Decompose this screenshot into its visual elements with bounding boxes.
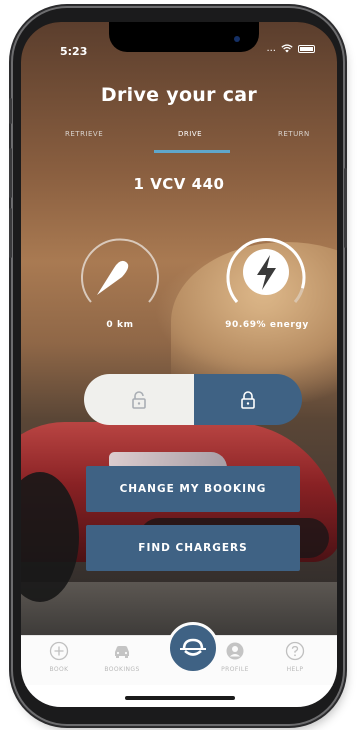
front-camera <box>234 36 240 42</box>
find-chargers-button[interactable]: FIND CHARGERS <box>86 525 300 571</box>
energy-label: 90.69% energy <box>225 320 309 330</box>
car-icon <box>115 646 129 658</box>
distance-label: 0 km <box>106 320 134 330</box>
tab-bookings-label: BOOKINGS <box>104 666 140 673</box>
side-button-volume-up <box>9 148 12 198</box>
tab-bar-top: RETRIEVE DRIVE RETURN <box>21 130 337 160</box>
tab-book[interactable]: BOOK <box>31 641 87 673</box>
page-title: Drive your car <box>100 84 258 106</box>
speedometer-needle-icon <box>97 260 129 295</box>
tab-active-indicator <box>154 150 230 153</box>
distance-gauge <box>70 222 170 322</box>
signal-dots: ... <box>266 43 276 54</box>
unlock-button[interactable] <box>84 374 194 425</box>
tab-bookings[interactable]: BOOKINGS <box>94 641 150 673</box>
unlock-icon <box>132 390 146 409</box>
tab-help[interactable]: HELP <box>267 641 323 673</box>
lock-button[interactable] <box>194 374 302 425</box>
side-button-silent <box>9 98 12 124</box>
plus-circle-icon <box>49 641 69 661</box>
status-time: 5:23 <box>60 45 88 58</box>
change-booking-button[interactable]: CHANGE MY BOOKING <box>86 466 300 512</box>
side-button-power <box>344 168 347 248</box>
help-icon <box>285 641 305 661</box>
tab-profile-label: PROFILE <box>221 666 249 673</box>
wifi-icon <box>281 44 293 53</box>
battery-icon <box>298 44 315 53</box>
side-button-volume-down <box>9 208 12 258</box>
tab-book-label: BOOK <box>49 666 69 673</box>
tab-help-label: HELP <box>286 666 304 673</box>
logo-icon <box>180 638 206 656</box>
lock-toggle[interactable] <box>84 374 302 425</box>
tab-retrieve[interactable]: RETRIEVE <box>65 130 103 138</box>
home-indicator[interactable] <box>125 696 235 700</box>
tab-drive[interactable]: DRIVE <box>178 130 202 138</box>
tab-return[interactable]: RETURN <box>278 130 310 138</box>
home-logo-button[interactable] <box>167 622 219 674</box>
status-bar: 5:23 ... <box>21 22 337 66</box>
status-icons: ... <box>266 43 315 54</box>
profile-icon <box>226 642 244 660</box>
energy-gauge <box>216 222 316 322</box>
screen: 5:23 ... Drive your car RETRIEVE DRIVE R… <box>21 22 337 707</box>
lock-icon <box>241 390 255 409</box>
license-plate: 1 VCV 440 <box>133 175 225 193</box>
